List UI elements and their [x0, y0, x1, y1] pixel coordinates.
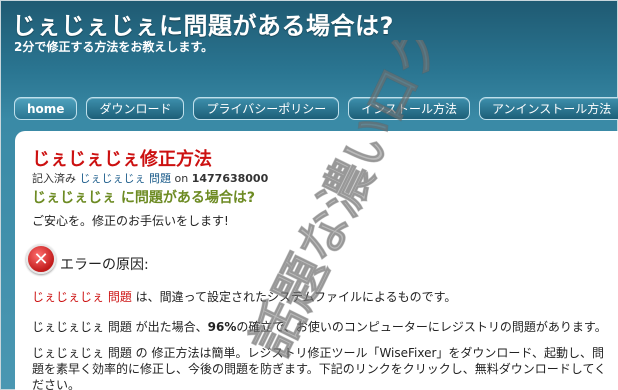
cause-label: エラーの原因:: [60, 257, 149, 273]
error-cause-row: ✕ エラーの原因:: [26, 243, 608, 275]
nav-download-button[interactable]: ダウンロード: [86, 97, 185, 120]
paragraph-cause-text: は、間違って設定されたシステムファイルによるものです。: [131, 290, 457, 304]
nav-home-button[interactable]: home: [14, 97, 78, 120]
site-title: じぇじぇじぇに問題がある場合は?: [12, 12, 394, 40]
meta-prefix: 記入済み: [32, 172, 76, 185]
paragraph-cause: じぇじぇじぇ 問題 は、間違って設定されたシステムファイルによるものです。: [32, 289, 608, 305]
error-icon: ✕: [26, 244, 56, 274]
paragraph-probability: じぇじぇじぇ 問題 が出た場合、96%の確立で、お使いのコンピューターにレジスト…: [32, 319, 608, 335]
paragraph-probability-post: の確立で、お使いのコンピューターにレジストリの問題があります。: [236, 320, 607, 334]
nav-uninstall-button[interactable]: アンインストール方法: [478, 97, 618, 120]
probability-value: 96%: [207, 320, 237, 334]
site-subtitle: 2分で修正する方法をお教えします。: [14, 40, 214, 54]
problem-highlight: じぇじぇじぇ 問題: [32, 290, 132, 304]
main-nav: home ダウンロード プライバシーポリシー インストール方法 アンインストール…: [14, 97, 618, 121]
paragraph-fix: じぇじぇじぇ 問題 の 修正方法は簡単。レジストリ修正ツール「WiseFixer…: [32, 346, 607, 390]
article-title: じぇじぇじぇ修正方法: [32, 149, 212, 170]
nav-privacy-button[interactable]: プライバシーポリシー: [193, 97, 340, 120]
intro-text: ご安心を。修正のお手伝いをします!: [32, 214, 229, 228]
article-subtitle: じぇじぇじぇ に問題がある場合は?: [32, 190, 255, 206]
meta-on: on: [174, 172, 189, 185]
meta-category-link[interactable]: じぇじぇじぇ 問題: [80, 172, 172, 185]
nav-install-button[interactable]: インストール方法: [348, 97, 470, 120]
meta-date: 1477638000: [191, 172, 269, 185]
article-meta: 記入済み じぇじぇじぇ 問題 on 1477638000: [32, 172, 608, 186]
main-content: じぇじぇじぇ修正方法 記入済み じぇじぇじぇ 問題 on 1477638000 …: [15, 131, 618, 390]
paragraph-probability-pre: じぇじぇじぇ 問題 が出た場合、: [32, 320, 208, 334]
